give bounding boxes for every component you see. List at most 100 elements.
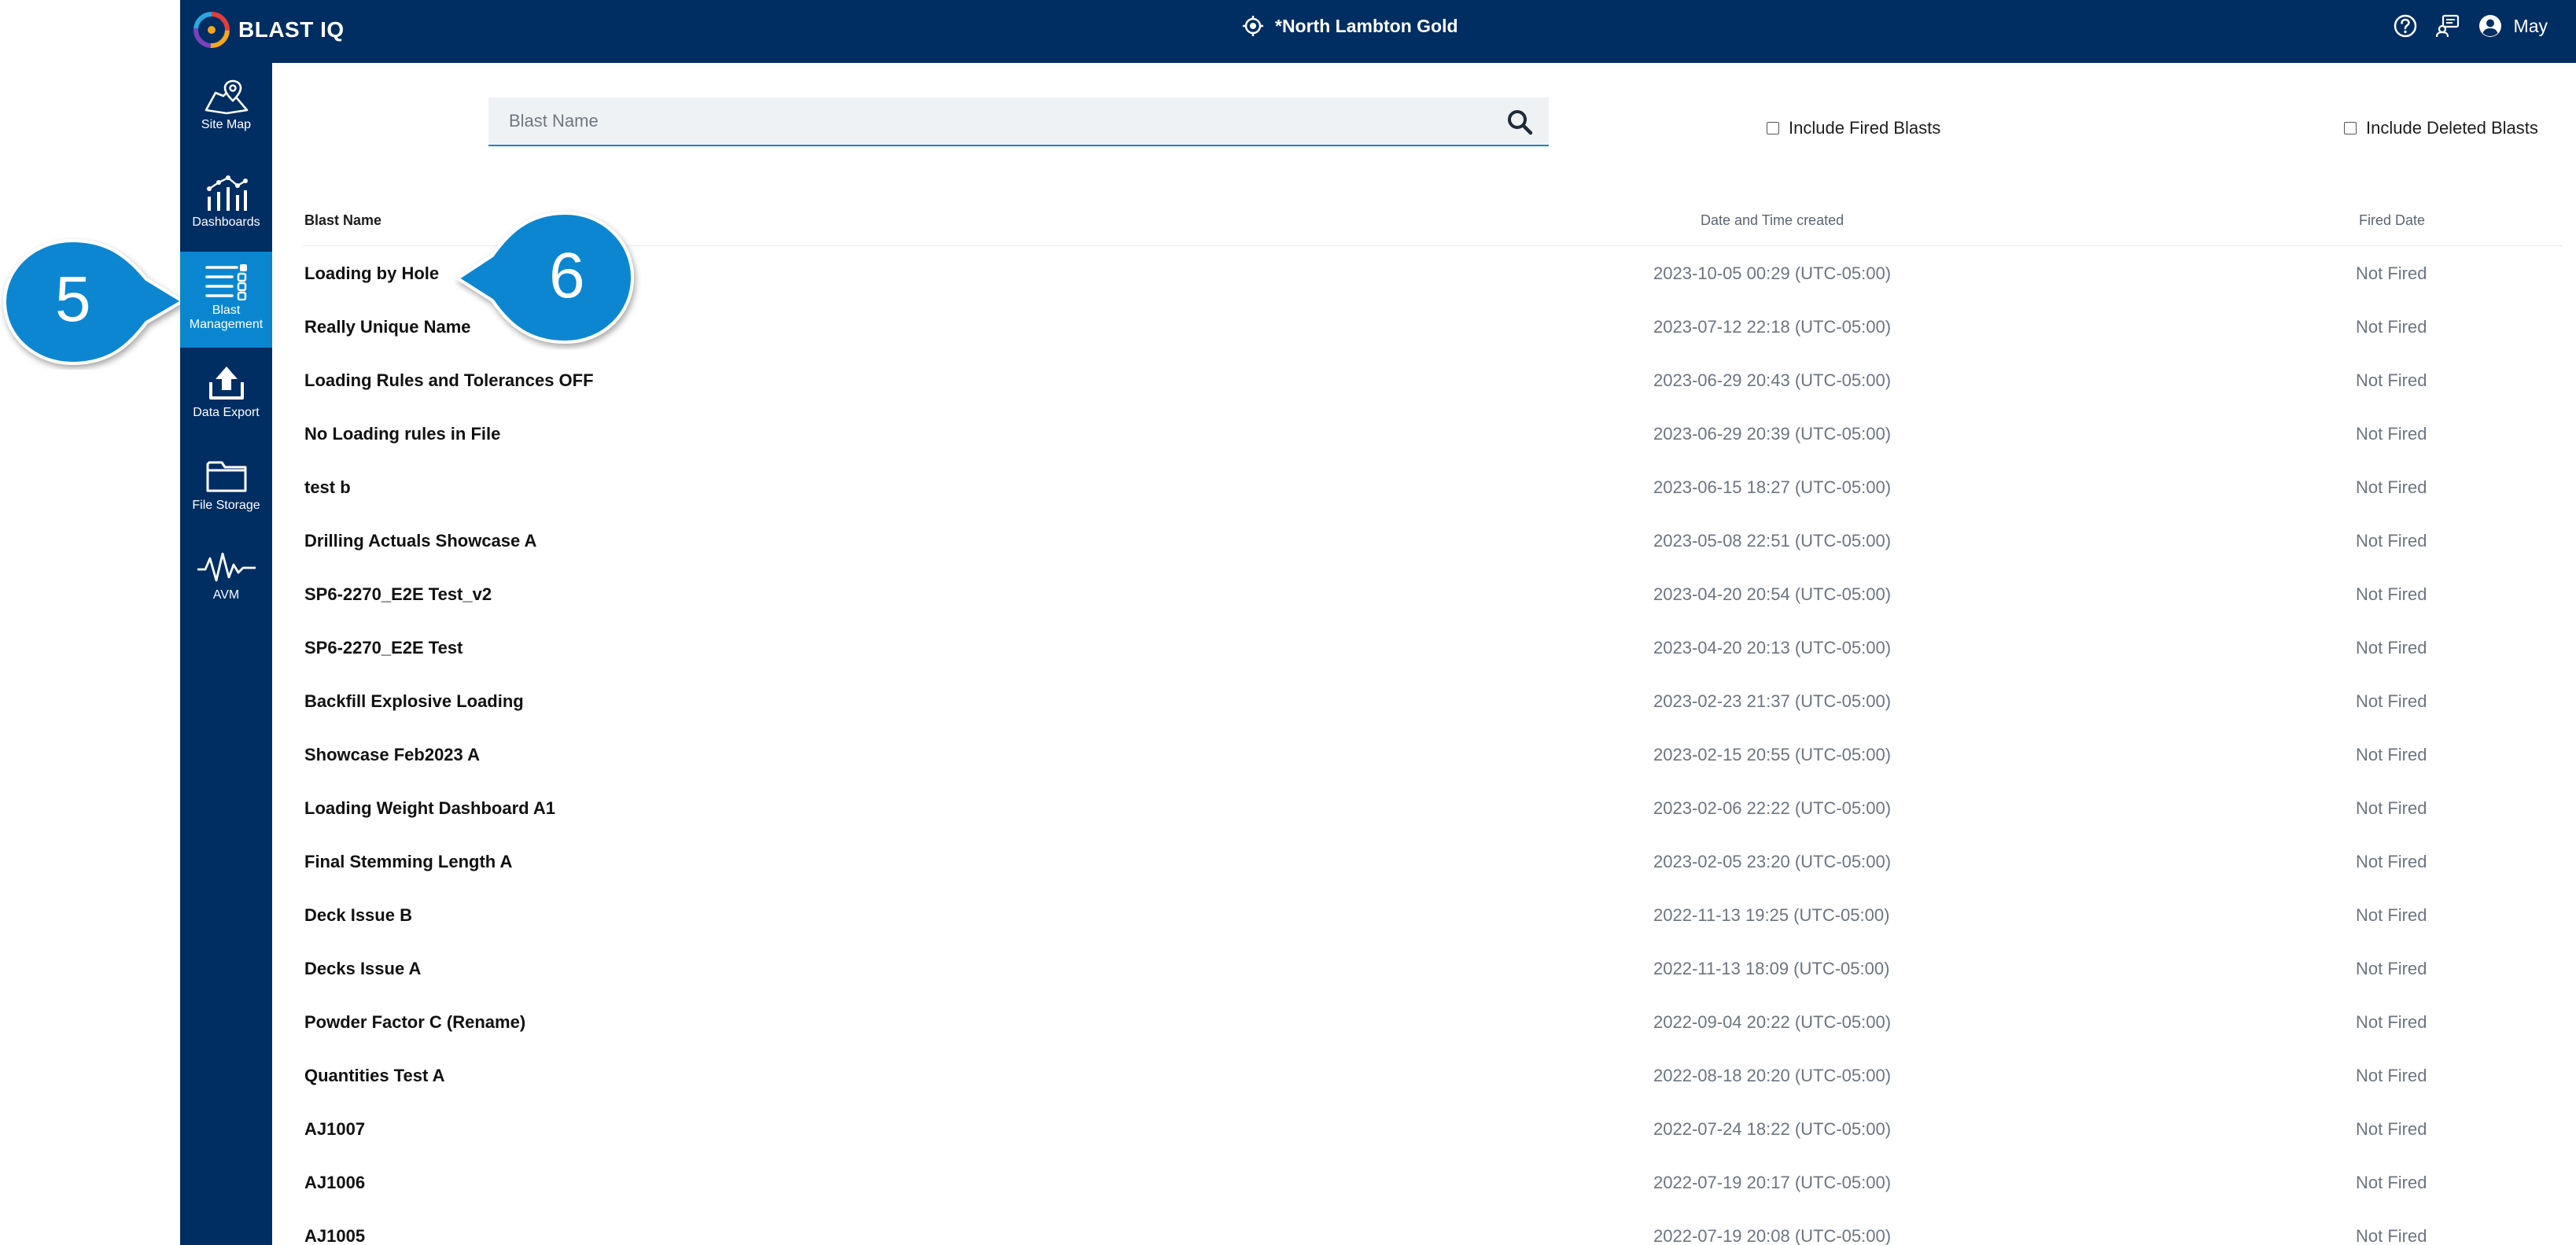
include-deleted-checkbox-box[interactable] (2344, 122, 2357, 134)
fired-date-cell: Not Fired (2356, 424, 2427, 444)
date-created-cell: 2023-02-23 21:37 (UTC-05:00) (1653, 691, 1892, 711)
fired-date-cell: Not Fired (2356, 477, 2427, 497)
table-row[interactable]: Quantities Test A 2022-08-18 20:20 (UTC-0… (303, 1049, 2562, 1103)
column-header-fired-date[interactable]: Fired Date (2359, 212, 2425, 229)
help-icon[interactable] (2393, 13, 2418, 39)
site-selector[interactable]: *North Lambton Gold (1242, 0, 1458, 52)
blast-name-cell[interactable]: Loading by Hole (304, 247, 439, 300)
callout-6 (455, 211, 635, 344)
sidebar-item-label: AVM (212, 588, 240, 602)
page: 5 BLAST IQ *North Lambton Gold May Site … (0, 0, 2576, 1245)
include-fired-checkbox[interactable]: Include Fired Blasts (1767, 118, 1940, 138)
table-row[interactable]: Loading Weight Dashboard A1 2023-02-06 22… (303, 782, 2562, 835)
search-icon[interactable] (1506, 109, 1533, 135)
fired-date-cell: Not Fired (2356, 263, 2427, 283)
date-created-cell: 2023-02-05 23:20 (UTC-05:00) (1653, 852, 1892, 871)
blast-name-cell[interactable]: Quantities Test A (304, 1049, 444, 1103)
include-deleted-label: Include Deleted Blasts (2366, 118, 2538, 138)
date-created-cell: 2023-06-29 20:39 (UTC-05:00) (1653, 424, 1892, 444)
table-row[interactable]: Final Stemming Length A 2023-02-05 23:20 … (303, 835, 2562, 889)
table-row[interactable]: Drilling Actuals Showcase A 2023-05-08 22… (303, 514, 2562, 568)
blast-name-cell[interactable]: AJ1007 (304, 1103, 365, 1156)
list-settings-icon (205, 264, 247, 300)
table-row[interactable]: SP6-2270_E2E Test 2023-04-20 20:13 (UTC-0… (303, 621, 2562, 675)
blast-name-cell[interactable]: Really Unique Name (304, 300, 471, 354)
blastiq-logo-icon (193, 12, 230, 48)
column-header-blast-name[interactable]: Blast Name (304, 212, 381, 229)
sidebar-item-data-export[interactable]: Data Export (180, 362, 272, 448)
table-row[interactable]: Backfill Explosive Loading 2023-02-23 21:… (303, 675, 2562, 728)
date-created-cell: 2023-06-15 18:27 (UTC-05:00) (1653, 477, 1892, 497)
include-fired-label: Include Fired Blasts (1789, 118, 1941, 138)
date-created-cell: 2023-05-08 22:51 (UTC-05:00) (1653, 531, 1892, 551)
blast-name-cell[interactable]: Deck Issue B (304, 889, 412, 942)
blast-name-cell[interactable]: No Loading rules in File (304, 407, 500, 461)
fired-date-cell: Not Fired (2356, 691, 2427, 711)
blast-name-cell[interactable]: AJ1006 (304, 1156, 365, 1210)
blast-name-cell[interactable]: Powder Factor C (Rename) (304, 996, 525, 1049)
column-header-date-created[interactable]: Date and Time created (1701, 212, 1844, 229)
sidebar-item-dashboards[interactable]: Dashboards (180, 173, 272, 260)
upload-icon (208, 367, 244, 400)
blast-name-cell[interactable]: Decks Issue A (304, 942, 421, 996)
date-created-cell: 2022-07-24 18:22 (UTC-05:00) (1653, 1119, 1892, 1139)
fired-date-cell: Not Fired (2356, 531, 2427, 551)
blast-name-cell[interactable]: Showcase Feb2023 A (304, 728, 480, 782)
blast-name-cell[interactable]: Drilling Actuals Showcase A (304, 514, 536, 568)
blast-name-cell[interactable]: Loading Rules and Tolerances OFF (304, 354, 594, 407)
blast-name-cell[interactable]: Loading Weight Dashboard A1 (304, 782, 555, 835)
table-row[interactable]: AJ1007 2022-07-24 18:22 (UTC-05:00) Not Fi… (303, 1103, 2562, 1156)
fired-date-cell: Not Fired (2356, 638, 2427, 657)
fired-date-cell: Not Fired (2356, 584, 2427, 604)
date-created-cell: 2022-07-19 20:08 (UTC-05:00) (1653, 1226, 1892, 1245)
sidebar-item-site-map[interactable]: Site Map (180, 79, 272, 165)
fired-date-cell: Not Fired (2356, 370, 2427, 390)
blast-name-cell[interactable]: Backfill Explosive Loading (304, 675, 524, 728)
fired-date-cell: Not Fired (2356, 1119, 2427, 1139)
logo-text: BLAST IQ (238, 17, 345, 42)
callout-5 (2, 238, 186, 366)
site-name: *North Lambton Gold (1275, 15, 1458, 36)
blast-name-cell[interactable]: SP6-2270_E2E Test_v2 (304, 568, 492, 621)
account-icon[interactable] (2478, 13, 2503, 39)
date-created-cell: 2022-09-04 20:22 (UTC-05:00) (1653, 1012, 1892, 1032)
app-logo[interactable]: BLAST IQ (191, 8, 345, 52)
blast-name-cell[interactable]: AJ1005 (304, 1210, 365, 1245)
blast-name-cell[interactable]: test b (304, 461, 351, 514)
include-deleted-checkbox[interactable]: Include Deleted Blasts (2344, 118, 2538, 138)
table-row[interactable]: SP6-2270_E2E Test_v2 2023-04-20 20:54 (UT… (303, 568, 2562, 621)
sidebar-item-label: File Storage (192, 499, 260, 512)
location-target-icon (1243, 16, 1263, 36)
date-created-cell: 2022-08-18 20:20 (UTC-05:00) (1653, 1066, 1892, 1085)
sidebar-item-label: Dashboards (192, 215, 260, 229)
search-input[interactable] (488, 98, 1503, 145)
waveform-icon (197, 552, 256, 582)
table-row[interactable]: Deck Issue B 2022-11-13 19:25 (UTC-05:00)… (303, 889, 2562, 942)
user-name[interactable]: May (2514, 16, 2548, 37)
fired-date-cell: Not Fired (2356, 1173, 2427, 1192)
fired-date-cell: Not Fired (2356, 959, 2427, 978)
table-row[interactable]: Decks Issue A 2022-11-13 18:09 (UTC-05:00… (303, 942, 2562, 996)
date-created-cell: 2023-02-06 22:22 (UTC-05:00) (1653, 798, 1892, 818)
sidebar-item-avm[interactable]: AVM (180, 551, 272, 637)
sidebar-item-file-storage[interactable]: File Storage (180, 456, 272, 543)
table-row[interactable]: No Loading rules in File 2023-06-29 20:39… (303, 407, 2562, 461)
feedback-icon[interactable] (2435, 13, 2460, 39)
fired-date-cell: Not Fired (2356, 317, 2427, 337)
sidebar-item-label: Data Export (193, 406, 260, 419)
date-created-cell: 2022-11-13 19:25 (UTC-05:00) (1653, 905, 1890, 925)
blast-name-cell[interactable]: Final Stemming Length A (304, 835, 512, 889)
blast-name-cell[interactable]: SP6-2270_E2E Test (304, 621, 463, 675)
top-right-controls: May (2393, 0, 2548, 52)
table-row[interactable]: AJ1005 2022-07-19 20:08 (UTC-05:00) Not Fi… (303, 1210, 2562, 1245)
fired-date-cell: Not Fired (2356, 905, 2427, 925)
include-fired-checkbox-box[interactable] (1767, 122, 1779, 134)
table-row[interactable]: test b 2023-06-15 18:27 (UTC-05:00) Not Fi… (303, 461, 2562, 514)
table-row[interactable]: Powder Factor C (Rename) 2022-09-04 20:22… (303, 996, 2562, 1049)
sidebar-item-label: Site Map (201, 118, 252, 131)
table-row[interactable]: AJ1006 2022-07-19 20:17 (UTC-05:00) Not Fi… (303, 1156, 2562, 1210)
table-row[interactable]: Loading Rules and Tolerances OFF 2023-06-… (303, 354, 2562, 407)
folder-icon (206, 461, 246, 492)
table-row[interactable]: Showcase Feb2023 A 2023-02-15 20:55 (UTC-… (303, 728, 2562, 782)
sidebar-item-blast-management[interactable]: Blast Management (180, 252, 272, 348)
